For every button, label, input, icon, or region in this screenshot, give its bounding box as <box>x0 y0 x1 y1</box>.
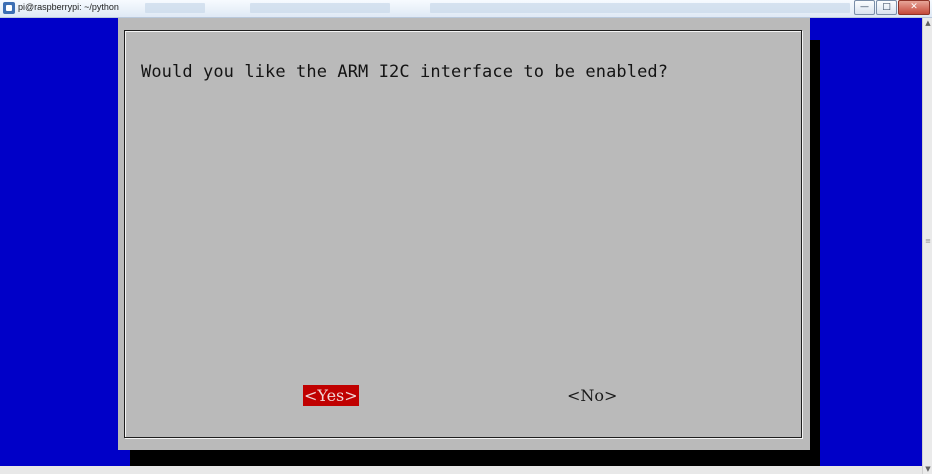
terminal-app-icon[interactable] <box>3 2 15 14</box>
scroll-down-icon[interactable]: ▼ <box>924 465 932 473</box>
background-toolbar-icons <box>250 3 390 13</box>
yes-button[interactable]: <Yes> <box>303 385 359 406</box>
dialog-question: Would you like the ARM I2C interface to … <box>141 62 669 82</box>
scroll-grip-icon[interactable]: ≡ <box>925 236 931 246</box>
background-taskbar-items <box>430 3 850 13</box>
scroll-up-icon[interactable]: ▲ <box>924 19 932 27</box>
minimize-button[interactable]: — <box>854 0 875 15</box>
close-button[interactable]: ✕ <box>898 0 930 15</box>
whiptail-dialog: Would you like the ARM I2C interface to … <box>118 18 810 450</box>
dialog-border <box>124 30 802 438</box>
no-button[interactable]: <No> <box>566 385 618 406</box>
background-toolbar-icons <box>145 3 205 13</box>
window-title: pi@raspberrypi: ~/python <box>18 2 119 12</box>
window-bottom-edge <box>0 466 922 474</box>
window-controls: — □ ✕ <box>854 0 930 15</box>
vertical-scrollbar[interactable]: ▲ ≡ ▼ <box>922 18 932 474</box>
title-bar: pi@raspberrypi: ~/python — □ ✕ <box>0 0 932 18</box>
maximize-button[interactable]: □ <box>876 0 897 15</box>
